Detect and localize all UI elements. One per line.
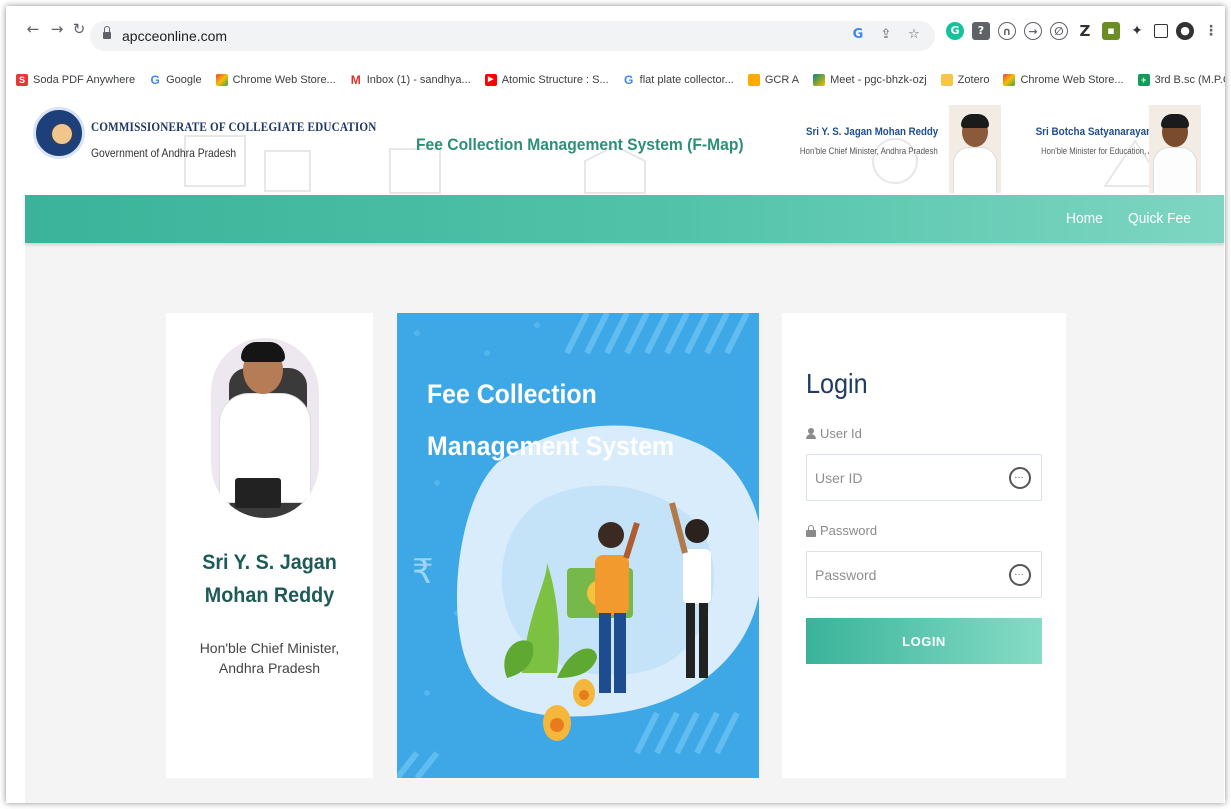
cm-photo <box>949 105 1001 193</box>
minister-role: Hon'ble Minister for Education, AP <box>1040 146 1158 156</box>
login-button[interactable]: LOGIN <box>806 618 1042 664</box>
bookmark-chrome-web-store[interactable]: Chrome Web Store... <box>215 74 336 86</box>
bookmark-atomic-structure[interactable]: ▶ Atomic Structure : S... <box>484 74 609 86</box>
meet-icon <box>813 74 826 86</box>
browser-window: ← → ↻ apcceonline.com G ⇪ ☆ G ? ∩ → ∅ Z … <box>6 6 1225 803</box>
bookmarks-bar: S Soda PDF Anywhere G Google Chrome Web St… <box>6 68 1225 92</box>
nav-home-link[interactable]: Home <box>1066 210 1103 227</box>
minister-name: Sri Botcha Satyanarayana <box>1035 126 1158 138</box>
bookmark-3rd-bsc[interactable]: +3rd B.sc (M.P.CS) -... <box>1137 74 1225 86</box>
lock-icon[interactable] <box>103 26 111 40</box>
password-field <box>806 551 1042 598</box>
login-card: Login User Id Password LOGIN <box>782 313 1066 778</box>
extensions-bar: G ? ∩ → ∅ Z ▪ ✦ ● ⋮ <box>946 22 1220 40</box>
omnibox-actions: G ⇪ ☆ <box>849 26 923 44</box>
password-manager-icon[interactable] <box>1009 467 1031 489</box>
forward-icon[interactable]: → <box>48 20 66 38</box>
cm-name: Sri Y. S. Jagan Mohan Reddy <box>805 126 938 138</box>
svg-text:₹: ₹ <box>412 552 434 592</box>
folder-icon <box>940 74 953 86</box>
profile-avatar-icon[interactable]: ● <box>1176 22 1194 40</box>
gmail-icon: M <box>349 73 362 87</box>
web-page: COMMISSIONERATE OF COLLEGIATE EDUCATION … <box>25 101 1224 803</box>
extension-icon[interactable]: ? <box>972 22 990 40</box>
extension-icon[interactable]: ▪ <box>1102 22 1120 40</box>
bookmark-google[interactable]: G Google <box>149 73 202 87</box>
google-icon: G <box>149 73 162 87</box>
zotero-icon[interactable]: Z <box>1076 22 1094 40</box>
profile-name: Sri Y. S. Jagan Mohan Reddy <box>202 551 337 607</box>
bookmark-soda-pdf[interactable]: S Soda PDF Anywhere <box>16 74 135 86</box>
bookmark-meet[interactable]: Meet - pgc-bhzk-ozj <box>813 74 927 86</box>
minister-photo <box>1149 105 1201 193</box>
password-label: Password <box>806 523 877 538</box>
cm-portrait <box>211 338 319 518</box>
bookmark-zotero[interactable]: Zotero <box>940 74 989 86</box>
address-bar[interactable]: apcceonline.com G ⇪ ☆ <box>90 21 935 51</box>
user-id-field <box>806 454 1042 501</box>
menu-icon[interactable]: ⋮ <box>1202 22 1220 40</box>
password-manager-icon[interactable] <box>1009 564 1031 586</box>
password-input[interactable] <box>807 552 997 597</box>
bookmark-gcr-a[interactable]: GCR A <box>747 74 799 86</box>
classroom-icon <box>747 74 760 86</box>
soda-pdf-icon: S <box>16 74 28 86</box>
nav-quick-fee-link[interactable]: Quick Fee <box>1128 210 1191 227</box>
emblem-logo <box>33 107 85 159</box>
url-text[interactable]: apcceonline.com <box>122 28 227 44</box>
user-id-label: User Id <box>806 426 862 441</box>
browser-toolbar: ← → ↻ apcceonline.com G ⇪ ☆ G ? ∩ → ∅ Z … <box>6 6 1225 56</box>
bookmark-chrome-web-store-2[interactable]: Chrome Web Store... <box>1003 74 1124 86</box>
bookmark-star-icon[interactable]: ☆ <box>905 26 923 44</box>
extension-icon[interactable]: ∩ <box>998 22 1016 40</box>
lock-icon <box>806 524 816 537</box>
org-title: COMMISSIONERATE OF COLLEGIATE EDUCATION <box>91 119 377 134</box>
puzzle-icon[interactable]: ✦ <box>1128 22 1146 40</box>
chrome-web-store-icon <box>1003 74 1016 86</box>
profile-card: Sri Y. S. Jagan Mohan Reddy Hon'ble Chie… <box>166 313 373 778</box>
grammarly-icon[interactable]: G <box>946 22 964 40</box>
extension-icon[interactable]: → <box>1024 22 1042 40</box>
share-icon[interactable]: ⇪ <box>877 26 895 44</box>
google-icon: G <box>622 73 635 87</box>
extension-icon[interactable]: ∅ <box>1050 22 1068 40</box>
bookmark-inbox[interactable]: M Inbox (1) - sandhya... <box>349 73 471 87</box>
profile-role: Hon'ble Chief Minister, Andhra Pradesh <box>199 640 340 676</box>
back-icon[interactable]: ← <box>24 20 42 38</box>
org-subtitle: Government of Andhra Pradesh <box>91 146 237 160</box>
cm-role: Hon'ble Chief Minister, Andhra Pradesh <box>800 146 938 156</box>
youtube-icon: ▶ <box>484 74 497 86</box>
user-id-input[interactable] <box>807 455 997 500</box>
main-navbar: Home Quick Fee <box>25 195 1224 243</box>
promo-banner: ₹ Fee Collection Management System <box>397 313 759 778</box>
user-icon <box>806 428 816 439</box>
chrome-web-store-icon <box>215 74 228 86</box>
reload-icon[interactable]: ↻ <box>70 20 88 38</box>
bookmark-flat-plate[interactable]: Gflat plate collector... <box>622 73 734 87</box>
google-translate-icon[interactable]: G <box>849 26 867 44</box>
side-panel-icon[interactable] <box>1154 24 1168 38</box>
system-title: Fee Collection Management System (F-Map) <box>416 135 744 154</box>
site-header: COMMISSIONERATE OF COLLEGIATE EDUCATION … <box>25 101 1224 195</box>
sheets-icon: + <box>1137 74 1150 86</box>
banner-title: Fee Collection Management System <box>427 379 675 461</box>
login-title: Login <box>806 368 868 399</box>
